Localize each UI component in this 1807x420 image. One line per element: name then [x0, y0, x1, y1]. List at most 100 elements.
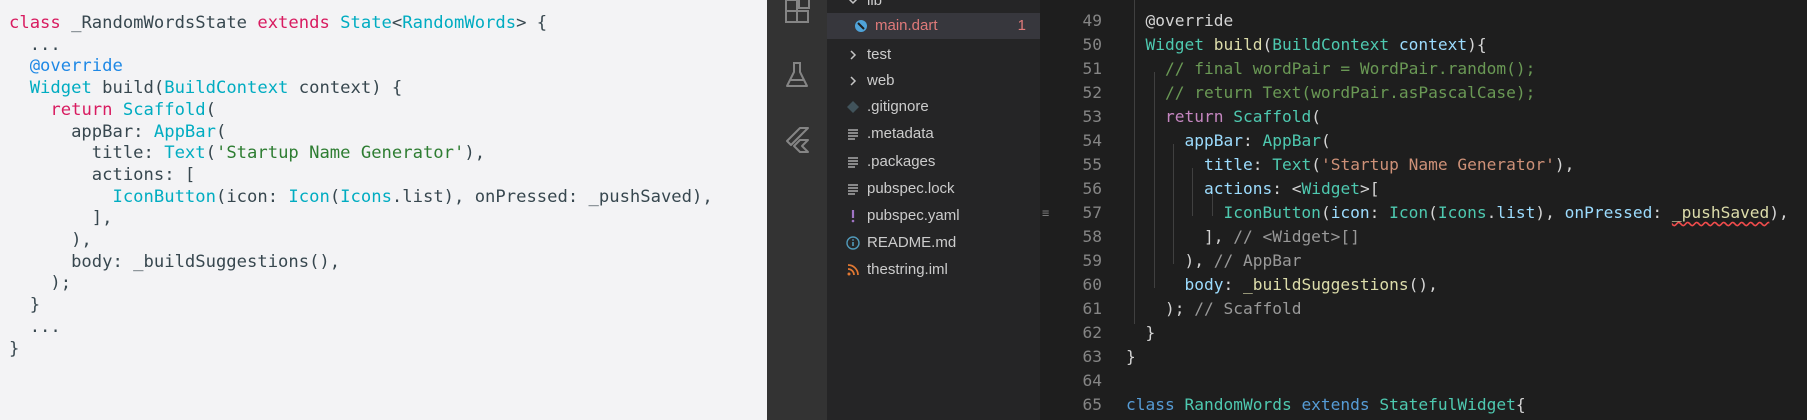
code-token: IconButton: [1223, 203, 1321, 222]
explorer-item-pubspec-lock[interactable]: pubspec.lock: [827, 176, 1040, 202]
line-number: 55: [1082, 155, 1103, 174]
code-token: AppBar: [1262, 131, 1321, 150]
code-token: :: [1652, 203, 1672, 222]
explorer-item-test[interactable]: test: [827, 42, 1040, 68]
code-token: StatefulWidget: [1379, 395, 1516, 414]
git-diamond-icon: [845, 94, 861, 120]
explorer-item-readme-md[interactable]: README.md: [827, 230, 1040, 256]
rss-file-icon: [845, 257, 861, 283]
code-token: Widget: [1301, 179, 1360, 198]
line-number: 60: [1082, 275, 1103, 294]
code-token: title:: [9, 143, 165, 164]
code-token: State: [340, 13, 392, 33]
explorer-item-label: main.dart: [875, 17, 938, 34]
explorer-item-pubspec-yaml[interactable]: pubspec.yaml: [827, 203, 1040, 229]
explorer-item-lib[interactable]: lib: [827, 0, 1040, 14]
code-token: Widget: [29, 78, 92, 99]
code-token: ),: [1535, 203, 1565, 222]
code-line: // final wordPair = WordPair.random();: [1126, 57, 1535, 81]
code-token: (: [205, 99, 217, 120]
code-token: (),: [1408, 275, 1438, 294]
code-token: ...: [9, 316, 61, 337]
explorer-item-label: thestring.iml: [867, 261, 948, 278]
code-token: extends: [257, 13, 330, 33]
code-token: (: [329, 186, 341, 207]
explorer-item-label: test: [867, 46, 892, 63]
testing-flask-icon[interactable]: [782, 60, 812, 90]
code-token: // return Text(wordPair.asPascalCase);: [1145, 83, 1536, 102]
code-token: :: [1252, 155, 1273, 174]
explorer-item-gitignore[interactable]: .gitignore: [827, 94, 1040, 120]
chevron-right-icon: [845, 68, 861, 94]
lines-file-icon: [845, 176, 861, 202]
line-number: 65: [1082, 395, 1103, 414]
code-token: );: [9, 273, 72, 294]
code-editor[interactable]: 49 @override 50 Widget build(BuildContext…: [1040, 0, 1807, 420]
extensions-icon[interactable]: [782, 0, 812, 28]
code-token: {: [1515, 395, 1526, 414]
code-token: Text: [164, 143, 206, 164]
explorer-item-label: .gitignore: [867, 98, 929, 115]
code-token: class: [1126, 395, 1175, 414]
code-line: Widget build(BuildContext context){: [1126, 33, 1487, 57]
code-token: Icons: [1437, 203, 1487, 222]
code-line: ], // <Widget>[]: [1126, 225, 1360, 249]
flutter-icon[interactable]: [782, 125, 812, 155]
code-line: title: Text('Startup Name Generator'),: [1126, 153, 1574, 177]
code-token: ),: [1769, 203, 1789, 222]
code-line: @override: [1126, 9, 1234, 33]
code-token: :: [1369, 203, 1390, 222]
code-token: Icons: [340, 186, 392, 207]
code-token: ){: [1467, 35, 1487, 54]
code-token: // Scaffold: [1194, 299, 1302, 318]
code-token: Icon: [288, 186, 330, 207]
line-number: 50: [1082, 35, 1103, 54]
explorer-item-label: lib: [867, 0, 883, 9]
code-token: icon: [1330, 203, 1370, 222]
explorer-item-metadata[interactable]: .metadata: [827, 121, 1040, 147]
code-token: ...: [9, 34, 61, 55]
code-token: ),: [1145, 251, 1214, 270]
code-token: Icon: [1389, 203, 1429, 222]
code-token: BuildContext: [1272, 35, 1390, 54]
code-token: >[: [1359, 179, 1380, 198]
code-token: actions: [: [9, 164, 196, 185]
code-token: appBar:: [9, 121, 154, 142]
explorer-item-web[interactable]: web: [827, 68, 1040, 94]
line-number: 52: [1082, 83, 1103, 102]
explorer-item-packages[interactable]: .packages: [827, 149, 1040, 175]
code-token: Scaffold: [1233, 107, 1312, 126]
line-number: 61: [1082, 299, 1103, 318]
code-token: body: _buildSuggestions(),: [9, 251, 341, 272]
code-token: ),: [9, 230, 92, 250]
code-token: :: [1223, 275, 1243, 294]
error-token: _pushSaved: [1671, 203, 1770, 222]
code-token: (: [1262, 35, 1273, 54]
code-token: // AppBar: [1213, 251, 1302, 270]
code-token: Widget: [1145, 35, 1204, 54]
code-token: }: [1126, 347, 1136, 366]
code-token: (icon:: [215, 186, 289, 207]
code-token: _buildSuggestions: [1242, 275, 1409, 294]
activity-bar: [767, 0, 827, 420]
lines-file-icon: [845, 121, 861, 147]
explorer-item-thestring-iml[interactable]: thestring.iml: [827, 257, 1040, 283]
line-number: 57: [1082, 203, 1103, 222]
explorer-item-main-dart[interactable]: main.dart 1: [827, 13, 1040, 39]
folding-lines-icon[interactable]: ≡: [1042, 201, 1049, 225]
lines-file-icon: [845, 149, 861, 175]
file-explorer: lib main.dart 1 test web .gitignore .metadata.…: [827, 0, 1040, 420]
code-token: context: [1398, 35, 1468, 54]
code-token: ),: [1554, 155, 1575, 174]
code-token: context) {: [288, 78, 403, 99]
explorer-item-label: web: [867, 72, 895, 89]
dart-file-icon: [853, 13, 869, 39]
